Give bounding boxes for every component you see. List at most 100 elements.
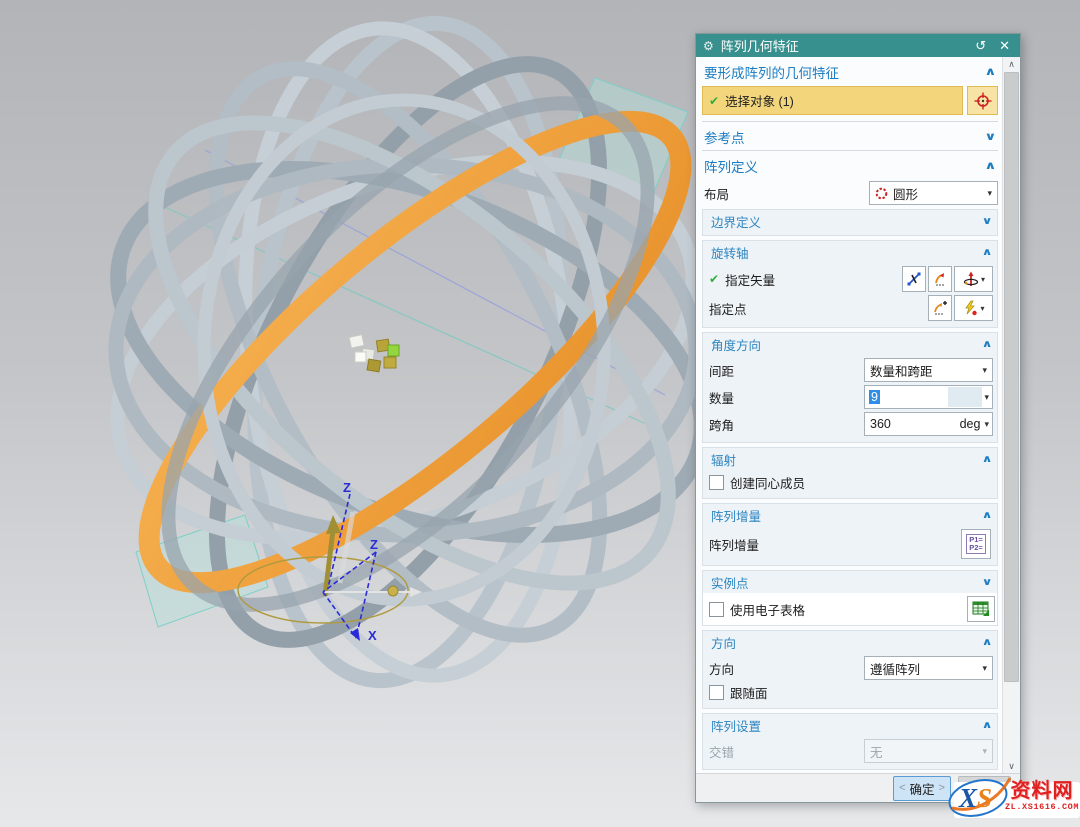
specify-point-row: 指定点 xyxy=(707,295,993,321)
vector-type-dropdown[interactable]: ▾ xyxy=(954,266,993,292)
dialog-titlebar[interactable]: ⚙ 阵列几何特征 ↺ ✕ xyxy=(696,34,1020,57)
chevron-down-icon: ▾ xyxy=(984,419,989,430)
orientation-combo[interactable]: 遵循阵列 ▾ xyxy=(864,656,993,680)
collapse-icon[interactable]: ∧ xyxy=(981,637,992,648)
expand-icon[interactable]: ∨ xyxy=(981,577,992,588)
ok-button[interactable]: < 确定 > xyxy=(893,776,951,801)
expression-toggle[interactable] xyxy=(948,387,982,407)
app-window: Z Z X ⚙ 阵列几何特征 ↺ ✕ 要形成阵列的几何特征 ∧ ✔ xyxy=(0,0,1080,827)
use-spreadsheet-label: 使用电子表格 xyxy=(730,600,805,619)
collapse-icon[interactable]: ∧ xyxy=(981,339,992,350)
close-button[interactable]: ✕ xyxy=(996,38,1013,54)
layout-label: 布局 xyxy=(702,184,869,203)
subheader-title: 方向 xyxy=(711,633,983,652)
span-angle-input[interactable]: 360 deg ▾ xyxy=(864,412,993,436)
watermark: XS 资料网 ZL.XS1616.COM xyxy=(946,760,1080,822)
point-dialog-dropdown[interactable]: ▾ xyxy=(954,295,993,321)
subheader-title: 角度方向 xyxy=(711,335,983,354)
collapse-icon[interactable]: ∧ xyxy=(984,159,996,172)
collapse-icon[interactable]: ∧ xyxy=(981,247,992,258)
point-inferred-button[interactable] xyxy=(928,295,952,321)
radiate-panel: 辐射 ∧ 创建同心成员 xyxy=(702,447,998,499)
subheader-pattern-increment[interactable]: 阵列增量 ∧ xyxy=(707,504,993,526)
subheader-pattern-settings[interactable]: 阵列设置 ∧ xyxy=(707,714,993,736)
subheader-boundary-definition[interactable]: 边界定义 ∨ xyxy=(707,210,993,232)
use-spreadsheet-row: 使用电子表格 xyxy=(703,593,997,625)
collapse-icon[interactable]: ∧ xyxy=(981,454,992,465)
subheader-instance-points[interactable]: 实例点 ∨ xyxy=(707,571,993,593)
spreadsheet-icon xyxy=(972,601,990,617)
spreadsheet-button[interactable] xyxy=(967,596,995,622)
collapse-icon[interactable]: ∧ xyxy=(981,720,992,731)
pattern-geometry-feature-dialog: ⚙ 阵列几何特征 ↺ ✕ 要形成阵列的几何特征 ∧ ✔ 选择对象 (1) xyxy=(695,33,1021,803)
follow-face-row: 跟随面 xyxy=(707,683,993,702)
spacing-row: 间距 数量和跨距 ▾ xyxy=(707,358,993,382)
group-title: 参考点 xyxy=(704,127,986,147)
create-concentric-row: 创建同心成员 xyxy=(707,473,993,492)
count-input[interactable]: 9 ▾ xyxy=(864,385,993,409)
increment-icon: P1= P2= xyxy=(966,534,986,554)
subheader-title: 边界定义 xyxy=(711,212,983,231)
stagger-value: 无 xyxy=(870,742,883,761)
subheader-angle-direction[interactable]: 角度方向 ∧ xyxy=(707,333,993,355)
orientation-row: 方向 遵循阵列 ▾ xyxy=(707,656,993,680)
span-angle-value: 360 xyxy=(870,417,891,431)
pattern-increment-button[interactable]: P1= P2= xyxy=(961,529,991,559)
axis-label-z-mid: Z xyxy=(370,537,378,552)
stagger-label: 交错 xyxy=(709,742,734,761)
vector-dialog-icon xyxy=(906,271,922,287)
collapse-icon[interactable]: ∧ xyxy=(981,510,992,521)
create-concentric-label: 创建同心成员 xyxy=(730,473,805,492)
use-spreadsheet-checkbox[interactable] xyxy=(709,602,724,617)
follow-face-label: 跟随面 xyxy=(730,683,768,702)
gt-icon: > xyxy=(939,782,945,794)
chevron-down-icon: ▾ xyxy=(984,392,989,403)
unit-label[interactable]: deg xyxy=(960,417,981,431)
collapse-icon[interactable]: ∧ xyxy=(984,65,996,78)
rotation-axis-panel: 旋转轴 ∧ ✔ 指定矢量 xyxy=(702,240,998,328)
spacing-label: 间距 xyxy=(709,361,734,380)
layout-combo[interactable]: 圆形 ▾ xyxy=(869,181,998,205)
lt-icon: < xyxy=(899,782,905,794)
expand-icon[interactable]: ∨ xyxy=(981,216,992,227)
orientation-label: 方向 xyxy=(709,659,734,678)
origin-drag-handles[interactable] xyxy=(349,335,399,372)
scroll-up-icon[interactable]: ∧ xyxy=(1008,57,1015,71)
dialog-scrollbar[interactable]: ∧ ∨ xyxy=(1002,57,1020,773)
group-geometry-to-pattern[interactable]: 要形成阵列的几何特征 ∧ xyxy=(702,58,998,84)
group-reference-point[interactable]: 参考点 ∨ xyxy=(702,123,998,149)
reset-button[interactable]: ↺ xyxy=(972,38,989,54)
group-pattern-definition[interactable]: 阵列定义 ∧ xyxy=(702,152,998,178)
span-angle-label: 跨角 xyxy=(709,415,734,434)
vector-dialog-button[interactable] xyxy=(902,266,926,292)
divider xyxy=(702,121,998,122)
circular-layout-icon xyxy=(875,187,888,200)
scrollbar-thumb[interactable] xyxy=(1004,72,1019,682)
chevron-down-icon: ▾ xyxy=(982,663,987,674)
follow-face-checkbox[interactable] xyxy=(709,685,724,700)
specify-vector-label: 指定矢量 xyxy=(725,270,775,289)
subheader-title: 阵列设置 xyxy=(711,716,983,735)
group-title: 要形成阵列的几何特征 xyxy=(704,62,986,82)
chevron-down-icon: ▾ xyxy=(982,746,987,757)
chevron-down-icon: ▾ xyxy=(982,365,987,376)
watermark-site-name: 资料网 xyxy=(1004,781,1080,802)
ok-label: 确定 xyxy=(910,779,935,798)
subheader-title: 阵列增量 xyxy=(711,506,983,525)
expand-icon[interactable]: ∨ xyxy=(984,130,996,143)
subheader-orientation[interactable]: 方向 ∧ xyxy=(707,631,993,653)
pattern-increment-panel: 阵列增量 ∧ 阵列增量 P1= P2= xyxy=(702,503,998,566)
inferred-vector-button[interactable] xyxy=(928,266,952,292)
spacing-combo[interactable]: 数量和跨距 ▾ xyxy=(864,358,993,382)
inferred-vector-icon xyxy=(932,271,948,287)
layout-value: 圆形 xyxy=(893,184,918,203)
subheader-rotation-axis[interactable]: 旋转轴 ∧ xyxy=(707,241,993,263)
subheader-title: 辐射 xyxy=(711,450,983,469)
axis-label-x: X xyxy=(368,628,377,643)
create-concentric-checkbox[interactable] xyxy=(709,475,724,490)
dialog-content: 要形成阵列的几何特征 ∧ ✔ 选择对象 (1) xyxy=(696,57,1002,773)
subheader-radiate[interactable]: 辐射 ∧ xyxy=(707,448,993,470)
svg-text:XS: XS xyxy=(958,783,992,813)
select-object-field[interactable]: ✔ 选择对象 (1) xyxy=(702,86,963,115)
point-constructor-button[interactable] xyxy=(967,86,998,115)
